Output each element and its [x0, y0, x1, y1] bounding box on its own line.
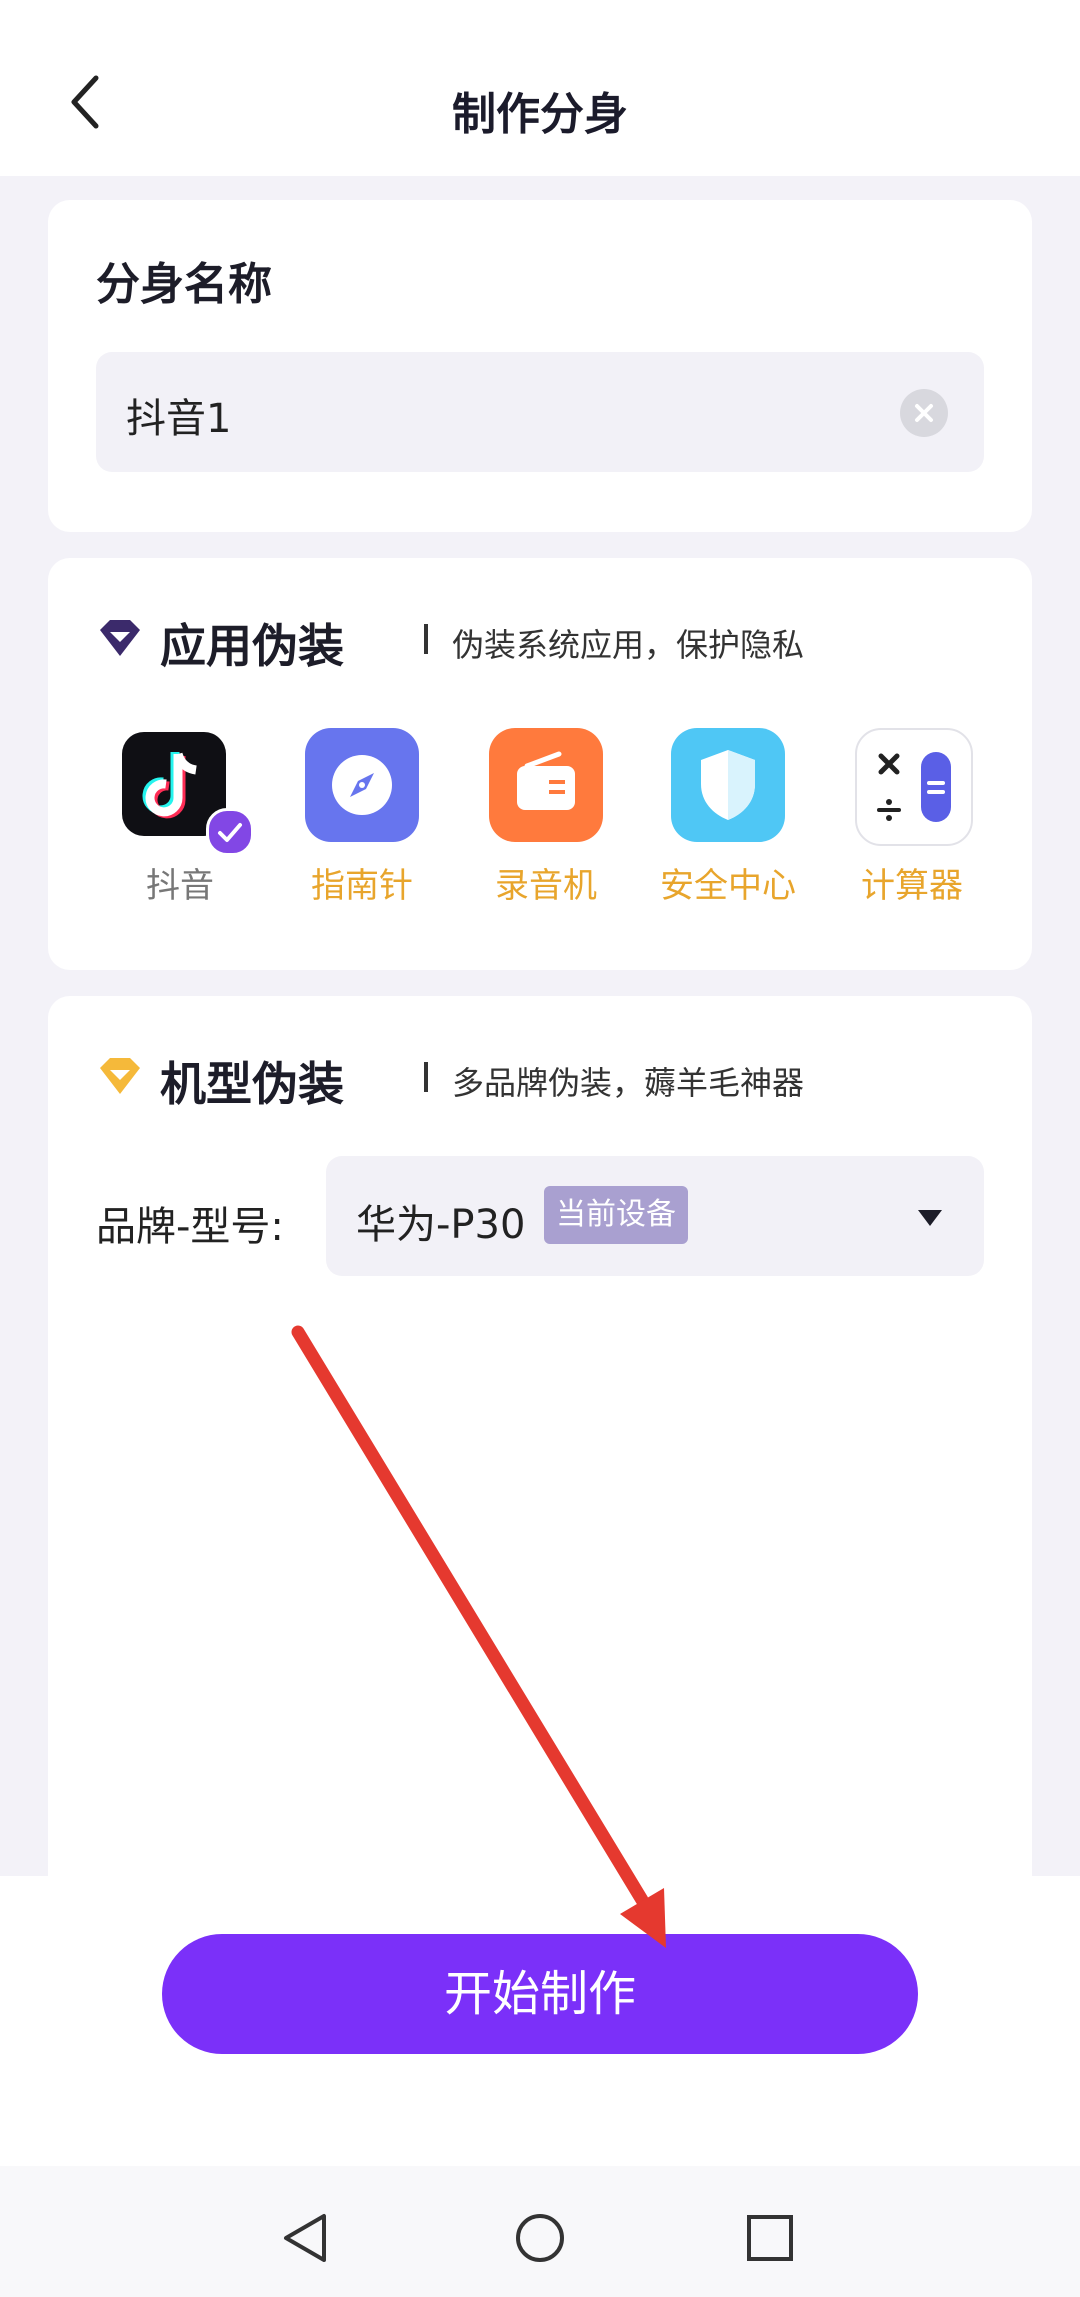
device-disguise-header: 机型伪装 多品牌伪装，薅羊毛神器 — [96, 1048, 996, 1111]
divider — [424, 1062, 428, 1092]
app-disguise-card: 应用伪装 伪装系统应用，保护隐私 抖音 指南针 录音机 安全中心 计算器 — [48, 558, 1032, 970]
clear-input-button[interactable] — [900, 389, 948, 437]
app-disguise-list: 抖音 指南针 录音机 安全中心 计算器 — [48, 728, 1032, 928]
device-disguise-title: 机型伪装 — [160, 1057, 344, 1111]
security-center-icon — [671, 728, 785, 842]
app-option-recorder[interactable]: 录音机 — [466, 728, 626, 928]
nav-recents-icon[interactable] — [742, 2210, 798, 2266]
nav-home-icon[interactable] — [512, 2210, 568, 2266]
app-option-compass[interactable]: 指南针 — [282, 728, 442, 928]
page-title: 制作分身 — [452, 89, 628, 140]
device-disguise-subtitle: 多品牌伪装，薅羊毛神器 — [452, 1064, 805, 1102]
divider — [424, 624, 428, 654]
app-label: 录音机 — [495, 866, 597, 906]
app-label: 抖音 — [146, 866, 214, 906]
app-label: 计算器 — [861, 866, 963, 906]
system-nav-bar — [0, 2166, 1080, 2297]
app-option-security-center[interactable]: 安全中心 — [648, 728, 808, 928]
clone-name-card: 分身名称 抖音1 — [48, 200, 1032, 532]
header: 制作分身 — [0, 0, 1080, 176]
diamond-gold-icon — [100, 1058, 140, 1094]
close-icon — [915, 404, 933, 422]
app-disguise-header: 应用伪装 伪装系统应用，保护隐私 — [96, 610, 996, 673]
app-option-calculator[interactable]: 计算器 — [832, 728, 992, 928]
brand-model-value: 华为-P30 — [356, 1202, 526, 1248]
current-device-badge: 当前设备 — [544, 1186, 688, 1244]
device-disguise-card: 机型伪装 多品牌伪装，薅羊毛神器 品牌-型号: 华为-P30 当前设备 — [48, 996, 1032, 1876]
recorder-icon — [489, 728, 603, 842]
brand-model-label: 品牌-型号: — [96, 1204, 284, 1250]
clone-name-value[interactable]: 抖音1 — [126, 386, 231, 444]
clone-name-input[interactable]: 抖音1 — [96, 352, 984, 472]
selected-check-icon — [206, 808, 254, 856]
app-disguise-subtitle: 伪装系统应用，保护隐私 — [452, 626, 805, 664]
app-label: 指南针 — [311, 866, 413, 906]
nav-back-icon[interactable] — [278, 2210, 334, 2266]
start-create-button[interactable]: 开始制作 — [162, 1934, 918, 2054]
brand-model-select[interactable]: 华为-P30 当前设备 — [326, 1156, 984, 1276]
caret-down-icon — [918, 1210, 942, 1226]
compass-icon — [305, 728, 419, 842]
diamond-icon — [100, 620, 140, 656]
clone-name-title: 分身名称 — [96, 259, 272, 310]
bottom-action-area: 开始制作 — [0, 1876, 1080, 2166]
calculator-icon — [855, 728, 973, 846]
app-label: 安全中心 — [660, 866, 796, 906]
app-option-douyin[interactable]: 抖音 — [100, 728, 260, 928]
app-disguise-title: 应用伪装 — [160, 619, 344, 673]
